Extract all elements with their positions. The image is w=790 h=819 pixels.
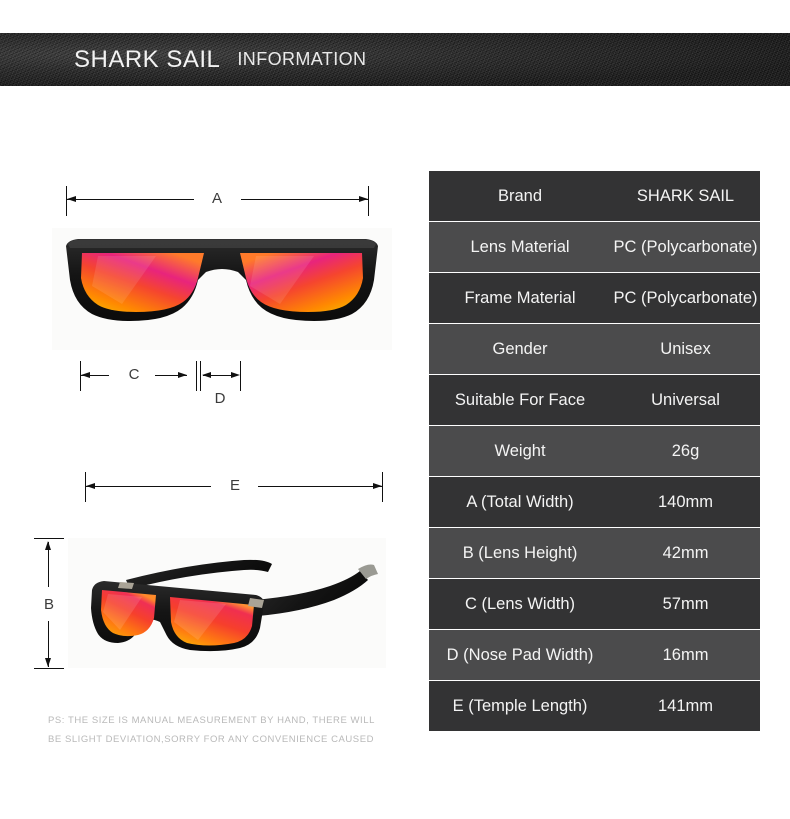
spec-value: Unisex: [660, 339, 711, 358]
sunglasses-angle-illustration: [91, 559, 378, 652]
spec-label: Gender: [492, 339, 548, 358]
dimension-c-tick-right: [196, 361, 197, 391]
dimension-e-line-right: [258, 486, 382, 487]
diagram-column: A C D E B PS: THE SIZE IS MANUAL MEASURE…: [0, 86, 420, 819]
sunglasses-front-illustration: [66, 239, 378, 321]
spec-label: Frame Material: [464, 288, 576, 307]
spec-value: 16mm: [662, 645, 709, 664]
spec-value: 140mm: [658, 492, 714, 511]
spec-value: PC (Polycarbonate): [613, 237, 758, 256]
angle-view-photo: [68, 538, 386, 668]
table-row: Gender Unisex: [429, 324, 760, 375]
dimension-d-arrow-right: [231, 372, 240, 378]
header-banner: SHARK SAIL INFORMATION: [0, 33, 790, 86]
dimension-d-arrow-left: [202, 372, 211, 378]
spec-value: SHARK SAIL: [636, 186, 735, 205]
spec-label: Lens Material: [470, 237, 570, 256]
dimension-a-arrow-left: [67, 196, 76, 202]
brand-title: SHARK SAIL: [74, 45, 221, 73]
table-row: B (Lens Height) 42mm: [429, 528, 760, 579]
dimension-e-arrow-right: [373, 483, 382, 489]
dimension-b-arrow-up: [45, 541, 51, 550]
table-row: Suitable For Face Universal: [429, 375, 760, 426]
dimension-b-tick-bottom: [34, 668, 64, 669]
dimension-a-label: A: [211, 190, 222, 207]
spec-value: PC (Polycarbonate): [613, 288, 758, 307]
spec-label: C (Lens Width): [465, 594, 576, 613]
spec-label: Suitable For Face: [454, 390, 586, 409]
dimension-a-line-right: [241, 199, 368, 200]
spec-label: A (Total Width): [466, 492, 574, 511]
dimension-e-tick-right: [382, 472, 383, 502]
dimension-c-arrow-left: [81, 372, 90, 378]
spec-value: 57mm: [662, 594, 709, 613]
specification-table: Brand SHARK SAIL Lens Material PC (Polyc…: [429, 170, 760, 732]
dimension-b-arrow-down: [45, 658, 51, 667]
table-row: E (Temple Length) 141mm: [429, 681, 760, 732]
spec-value: 42mm: [662, 543, 709, 562]
dimension-b-label: B: [43, 596, 54, 613]
dimension-d-tick-left: [200, 361, 201, 391]
disclaimer-line-2: BE SLIGHT DEVIATION,SORRY FOR ANY CONVEN…: [48, 734, 374, 746]
header-subtitle: INFORMATION: [237, 49, 367, 69]
dimension-d-tick-right: [240, 361, 241, 391]
dimension-e-label: E: [229, 477, 240, 494]
dimension-e-arrow-left: [86, 483, 95, 489]
disclaimer-line-1: PS: THE SIZE IS MANUAL MEASUREMENT BY HA…: [48, 715, 375, 726]
spec-label: Brand: [498, 186, 543, 205]
measurement-disclaimer: PS: THE SIZE IS MANUAL MEASUREMENT BY HA…: [48, 711, 388, 750]
table-row: C (Lens Width) 57mm: [429, 579, 760, 630]
spec-value: Universal: [651, 390, 720, 409]
table-row: Frame Material PC (Polycarbonate): [429, 273, 760, 324]
dimension-a-line-left: [67, 199, 194, 200]
table-row: Weight 26g: [429, 426, 760, 477]
spec-label: Weight: [494, 441, 546, 460]
table-row: Brand SHARK SAIL: [429, 171, 760, 222]
dimension-e-line-left: [86, 486, 211, 487]
spec-label: B (Lens Height): [462, 543, 578, 562]
dimension-c-arrow-right: [178, 372, 187, 378]
table-row: A (Total Width) 140mm: [429, 477, 760, 528]
dimension-b-tick-top: [34, 538, 64, 539]
dimension-a-arrow-right: [359, 196, 368, 202]
dimension-c-label: C: [128, 366, 140, 383]
spec-label: E (Temple Length): [452, 696, 588, 715]
spec-value: 26g: [671, 441, 700, 460]
dimension-a-tick-right: [368, 186, 369, 216]
spec-value: 141mm: [658, 696, 714, 715]
spec-label: D (Nose Pad Width): [446, 645, 594, 664]
front-view-photo: [52, 228, 392, 350]
table-row: D (Nose Pad Width) 16mm: [429, 630, 760, 681]
table-row: Lens Material PC (Polycarbonate): [429, 222, 760, 273]
dimension-d-label: D: [214, 390, 226, 407]
